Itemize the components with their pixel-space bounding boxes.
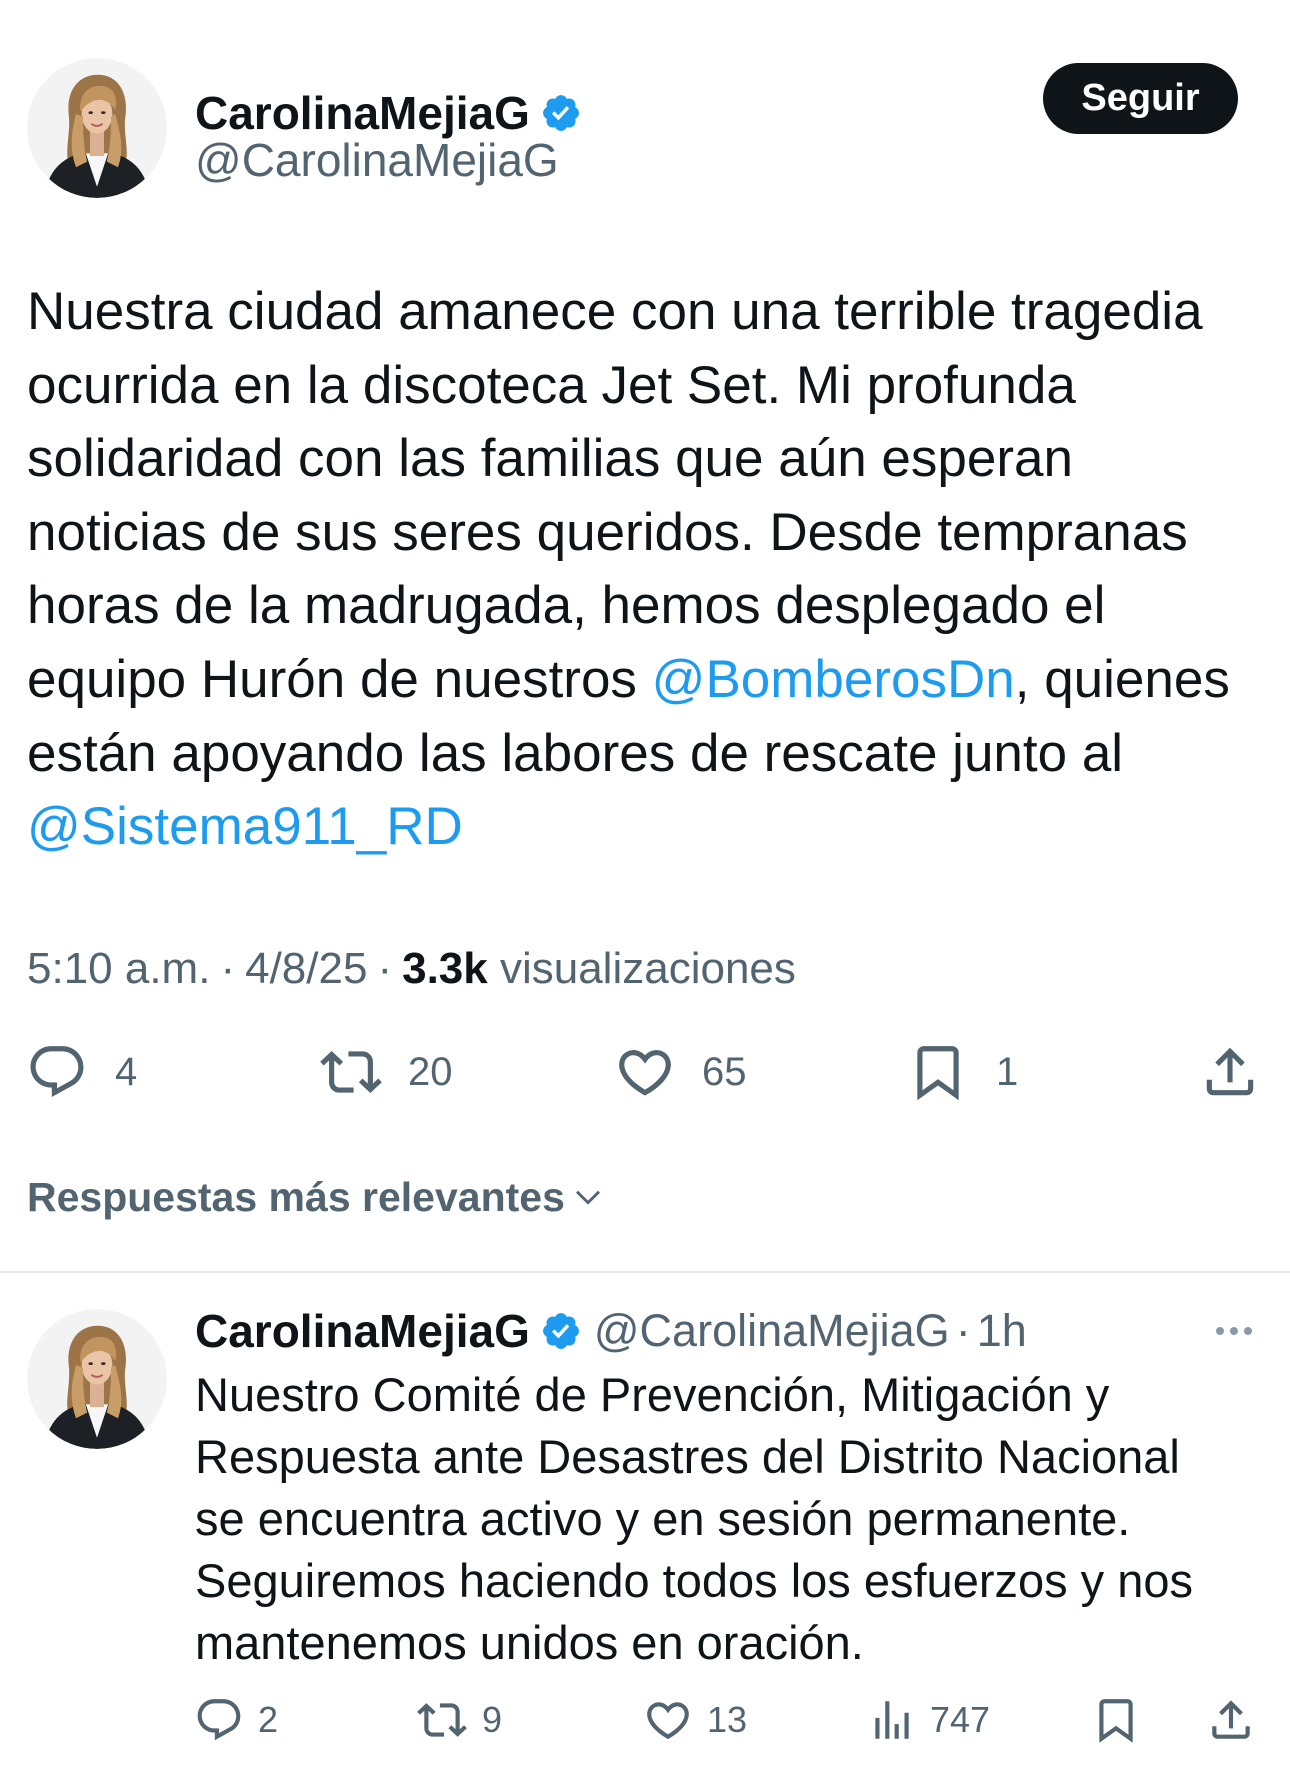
author-name-row[interactable]: CarolinaMejiaG xyxy=(195,86,582,140)
reply-separator: · xyxy=(955,1305,971,1356)
reply-icon xyxy=(197,1699,241,1741)
tweet-time[interactable]: 5:10 a.m. xyxy=(27,944,210,993)
mention-link-bomberosdn[interactable]: @BomberosDn xyxy=(652,650,1015,709)
tweet-text-line: horas de la madrugada, hemos desplegado … xyxy=(27,576,1106,636)
like-count: 13 xyxy=(707,1699,748,1740)
views-icon xyxy=(875,1701,909,1739)
views-label: visualizaciones xyxy=(499,944,796,993)
meta-separator: · xyxy=(220,944,236,993)
bookmark-icon xyxy=(1099,1699,1133,1743)
avatar-photo xyxy=(27,58,167,198)
reply-text-line: mantenemos unidos en oración. xyxy=(195,1616,864,1669)
reply-time[interactable]: 1h xyxy=(977,1304,1027,1358)
avatar-photo xyxy=(27,1309,167,1449)
reply-text: Nuestro Comité de Prevención, Mitigación… xyxy=(195,1364,1193,1674)
section-divider xyxy=(0,1271,1290,1273)
like-button[interactable] xyxy=(643,1695,693,1745)
tweet-text-line: equipo Hurón de nuestros @BomberosDn, qu… xyxy=(27,643,1230,717)
tweet-text: Nuestra ciudad amanece con una terrible … xyxy=(27,275,1230,864)
reply-author-avatar[interactable] xyxy=(27,1309,167,1449)
tweet-text-line: noticias de sus seres queridos. Desde te… xyxy=(27,502,1188,562)
reply-icon xyxy=(30,1046,84,1098)
reply-author-handle[interactable]: @CarolinaMejiaG xyxy=(594,1304,950,1358)
repost-icon xyxy=(417,1703,467,1737)
bookmark-icon xyxy=(917,1046,959,1101)
heart-icon xyxy=(647,1702,689,1740)
verified-badge-icon xyxy=(542,1313,579,1349)
views-count: 747 xyxy=(930,1699,991,1740)
meta-separator: · xyxy=(377,944,393,993)
share-icon xyxy=(1206,1047,1254,1096)
views-button[interactable] xyxy=(867,1695,917,1745)
more-options-button[interactable] xyxy=(1210,1307,1258,1355)
repost-button[interactable] xyxy=(320,1041,382,1103)
more-icon xyxy=(1216,1327,1252,1335)
share-icon xyxy=(1212,1700,1250,1739)
share-button[interactable] xyxy=(1206,1695,1256,1745)
author-name[interactable]: CarolinaMejiaG xyxy=(195,86,530,140)
author-handle[interactable]: @CarolinaMejiaG xyxy=(195,133,559,187)
tweet-text-segment: , quienes xyxy=(1014,649,1230,709)
replies-sort-dropdown[interactable]: Respuestas más relevantes xyxy=(27,1169,605,1225)
reply-count: 4 xyxy=(115,1050,138,1094)
mention-link-sistema911[interactable]: @Sistema911_RD xyxy=(27,797,463,856)
reply-text-line: se encuentra activo y en sesión permanen… xyxy=(195,1492,1131,1545)
reply-author-name[interactable]: CarolinaMejiaG xyxy=(195,1304,530,1358)
verified-badge-icon xyxy=(542,95,579,131)
reply-text-line: Seguiremos haciendo todos los esfuerzos … xyxy=(195,1554,1194,1607)
follow-button[interactable]: Seguir xyxy=(1043,63,1238,134)
reply-count: 2 xyxy=(258,1699,279,1740)
tweet-text-line: ocurrida en la discoteca Jet Set. Mi pro… xyxy=(27,355,1076,415)
repost-count: 20 xyxy=(408,1050,453,1094)
replies-sort-label: Respuestas más relevantes xyxy=(27,1174,565,1220)
bookmark-button[interactable] xyxy=(907,1041,969,1103)
tweet-meta: 5:10 a.m. · 4/8/25 · 3.3k visualizaciones xyxy=(27,941,796,997)
reply-button[interactable] xyxy=(26,1041,88,1103)
tweet-text-line: solidaridad con las familias que aún esp… xyxy=(27,429,1073,489)
tweet-text-segment: equipo Hurón de nuestros xyxy=(27,649,652,709)
author-avatar[interactable] xyxy=(27,58,167,198)
repost-button[interactable] xyxy=(417,1695,467,1745)
bookmark-count: 1 xyxy=(996,1050,1019,1094)
bookmark-button[interactable] xyxy=(1091,1695,1141,1745)
like-button[interactable] xyxy=(614,1041,676,1103)
like-count: 65 xyxy=(702,1050,747,1094)
reply-header: CarolinaMejiaG @CarolinaMejiaG · 1h xyxy=(195,1304,1027,1358)
views-count: 3.3k xyxy=(402,944,488,993)
share-button[interactable] xyxy=(1199,1041,1261,1103)
tweet-text-line: Nuestra ciudad amanece con una terrible … xyxy=(27,282,1203,341)
repost-icon xyxy=(320,1051,382,1093)
heart-icon xyxy=(619,1050,671,1096)
reply-button[interactable] xyxy=(194,1695,244,1745)
repost-count: 9 xyxy=(482,1699,503,1740)
reply-text-line: Nuestro Comité de Prevención, Mitigación… xyxy=(195,1368,1110,1421)
reply-text-line: Respuesta ante Desastres del Distrito Na… xyxy=(195,1430,1180,1483)
tweet-text-line: están apoyando las labores de rescate ju… xyxy=(27,723,1124,783)
chevron-down-icon xyxy=(575,1190,600,1205)
tweet-text-line: @Sistema911_RD xyxy=(27,790,1230,864)
tweet-date[interactable]: 4/8/25 xyxy=(245,944,367,993)
